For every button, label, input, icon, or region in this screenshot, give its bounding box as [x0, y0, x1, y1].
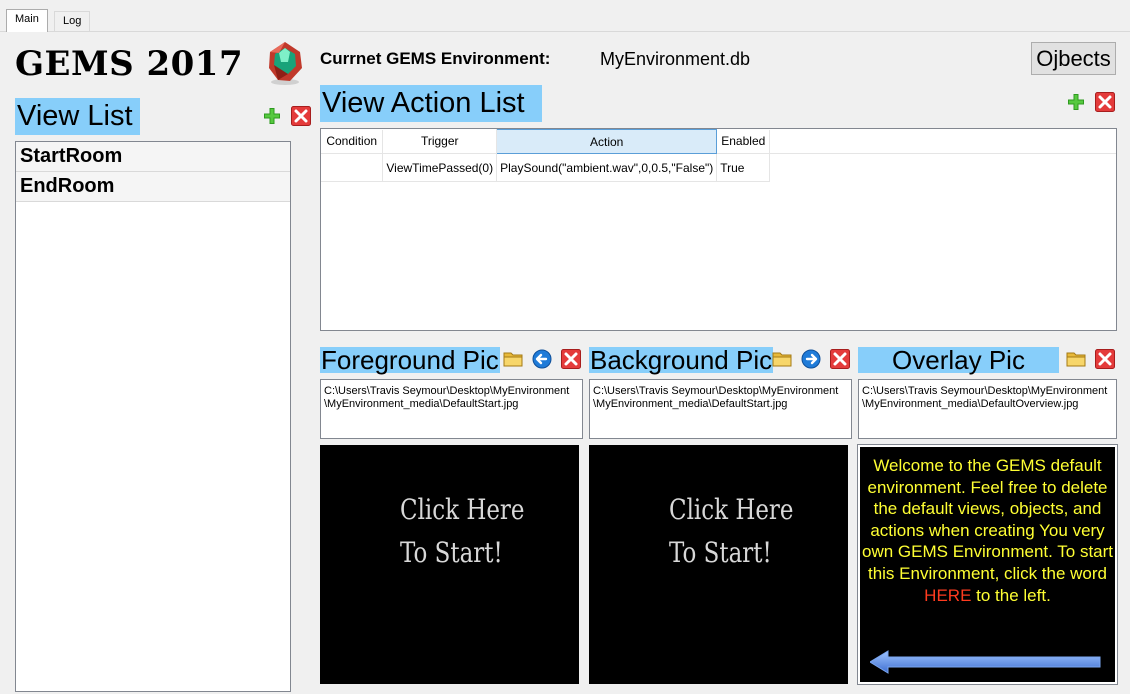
background-pic-header: Background Pic	[589, 345, 774, 375]
tab-main-label: Main	[15, 13, 39, 25]
table-row[interactable]: ViewTimePassed(0) PlaySound("ambient.wav…	[321, 153, 1116, 182]
column-header-trigger[interactable]: Trigger	[382, 129, 498, 154]
foreground-open-button[interactable]	[503, 349, 523, 369]
preview-line-2: To Start!	[669, 536, 772, 569]
x-icon	[561, 349, 581, 369]
background-open-button[interactable]	[772, 349, 792, 369]
cell-action[interactable]: PlaySound("ambient.wav",0,0.5,"False")	[496, 153, 718, 182]
overlay-pic-header: Overlay Pic	[858, 347, 1059, 373]
list-item[interactable]: EndRoom	[16, 172, 290, 202]
action-list-header: View Action List	[320, 85, 542, 122]
tab-strip-line	[0, 31, 1130, 32]
tab-log-label: Log	[63, 15, 82, 27]
foreground-preview-text: Click Here To Start!	[400, 488, 524, 574]
x-icon	[1095, 92, 1115, 112]
arrow-left-icon	[870, 650, 1101, 674]
view-list-header: View List	[15, 98, 140, 135]
overlay-preview[interactable]: Welcome to the GEMS default environment.…	[857, 444, 1118, 685]
background-assign-button[interactable]	[801, 349, 821, 369]
preview-line-2: To Start!	[400, 536, 503, 569]
arrow-left-icon	[532, 349, 552, 369]
column-header-enabled[interactable]: Enabled	[716, 129, 771, 154]
overlay-text-main: Welcome to the GEMS default environment.…	[862, 456, 1114, 583]
background-preview[interactable]: Click Here To Start!	[589, 445, 848, 684]
background-delete-button[interactable]	[830, 349, 850, 369]
cell-enabled[interactable]: True	[716, 153, 771, 182]
preview-line-1: Click Here	[669, 493, 794, 526]
foreground-delete-button[interactable]	[561, 349, 581, 369]
x-icon	[830, 349, 850, 369]
plus-icon	[1068, 94, 1084, 110]
overlay-path-field[interactable]: C:\Users\Travis Seymour\Desktop\MyEnviro…	[858, 379, 1117, 439]
environment-label: Currnet GEMS Environment:	[320, 49, 551, 68]
overlay-preview-text: Welcome to the GEMS default environment.…	[862, 455, 1113, 606]
background-path-field[interactable]: C:\Users\Travis Seymour\Desktop\MyEnviro…	[589, 379, 852, 439]
tab-main[interactable]: Main	[6, 9, 48, 32]
folder-icon	[1066, 352, 1086, 367]
list-item-label: EndRoom	[20, 175, 115, 197]
cell-trigger[interactable]: ViewTimePassed(0)	[382, 153, 498, 182]
add-view-button[interactable]	[262, 106, 282, 126]
add-action-button[interactable]	[1066, 92, 1086, 112]
objects-button[interactable]: Ojbects	[1031, 42, 1116, 75]
folder-icon	[772, 352, 792, 367]
arrow-right-icon	[801, 349, 821, 369]
foreground-assign-button[interactable]	[532, 349, 552, 369]
column-header-filler	[769, 129, 1116, 154]
view-list[interactable]: StartRoom EndRoom	[15, 141, 291, 692]
foreground-preview[interactable]: Click Here To Start!	[320, 445, 579, 684]
list-item-label: StartRoom	[20, 145, 123, 167]
action-grid[interactable]: Condition Trigger Action Enabled ViewTim…	[320, 128, 1117, 331]
environment-value: MyEnvironment.db	[600, 49, 751, 69]
delete-view-button[interactable]	[291, 106, 311, 126]
delete-action-button[interactable]	[1095, 92, 1115, 112]
overlay-text-after: to the left.	[976, 585, 1051, 605]
foreground-pic-header: Foreground Pic	[320, 345, 500, 375]
folder-icon	[503, 352, 523, 367]
app-title: GEMS 2017	[15, 44, 244, 84]
x-icon	[1095, 349, 1115, 369]
column-header-action[interactable]: Action	[496, 129, 718, 154]
list-item[interactable]: StartRoom	[16, 142, 290, 172]
foreground-path-field[interactable]: C:\Users\Travis Seymour\Desktop\MyEnviro…	[320, 379, 583, 439]
cell-filler	[770, 154, 1116, 182]
plus-icon	[264, 108, 280, 124]
preview-line-1: Click Here	[400, 493, 525, 526]
tab-log[interactable]: Log	[54, 11, 91, 31]
gem-icon	[264, 40, 306, 86]
x-icon	[291, 106, 311, 126]
overlay-text-here: HERE	[924, 585, 972, 605]
overlay-open-button[interactable]	[1066, 349, 1086, 369]
background-preview-text: Click Here To Start!	[669, 488, 793, 574]
cell-condition[interactable]	[321, 153, 384, 182]
column-header-condition[interactable]: Condition	[321, 129, 384, 154]
overlay-delete-button[interactable]	[1095, 349, 1115, 369]
